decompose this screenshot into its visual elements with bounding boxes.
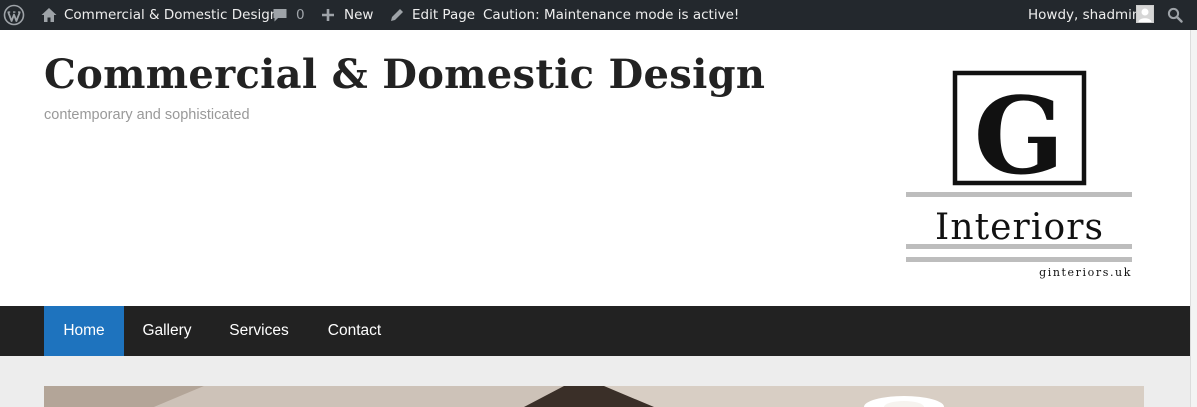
logo-word: Interiors [935,207,1103,248]
admin-bar: Commercial & Domestic Design 0 New Edit … [0,0,1197,30]
site-description: contemporary and sophisticated [44,107,250,123]
nav-item-gallery[interactable]: Gallery [124,306,210,356]
nav-item-label: Contact [327,322,382,339]
site-title[interactable]: Commercial & Domestic Design [44,51,765,98]
avatar[interactable] [1136,5,1154,23]
nav-item-services[interactable]: Services [210,306,308,356]
main-navigation: Home Gallery Services Contact [0,306,1191,356]
search-icon[interactable] [1167,0,1183,30]
site-header: Commercial & Domestic Design contemporar… [0,30,1191,306]
howdy-user[interactable]: Howdy, shadmin [1028,0,1140,30]
comments-icon[interactable] [272,0,288,30]
edit-page-link[interactable]: Edit Page [412,0,475,30]
nav-item-label: Home [63,322,105,339]
admin-bar-site-name[interactable]: Commercial & Domestic Design [64,0,278,30]
logo-letter: G [974,73,1065,198]
nav-item-label: Gallery [142,322,192,339]
nav-item-contact[interactable]: Contact [308,306,401,356]
plus-icon[interactable] [321,0,335,30]
maintenance-caution[interactable]: Caution: Maintenance mode is active! [483,0,739,30]
logo-url: ginteriors.uk [1039,266,1132,279]
scrollbar[interactable] [1190,30,1197,407]
pencil-icon[interactable] [389,0,405,30]
comments-count[interactable]: 0 [296,0,305,30]
nav-item-label: Services [229,322,289,339]
wordpress-logo-icon[interactable] [3,0,25,30]
hero-image [44,386,1144,407]
new-menu[interactable]: New [344,0,373,30]
nav-item-home[interactable]: Home [44,306,124,356]
g-interiors-logo[interactable]: G Interiors ginteriors.uk [902,68,1136,284]
home-icon[interactable] [40,0,58,30]
